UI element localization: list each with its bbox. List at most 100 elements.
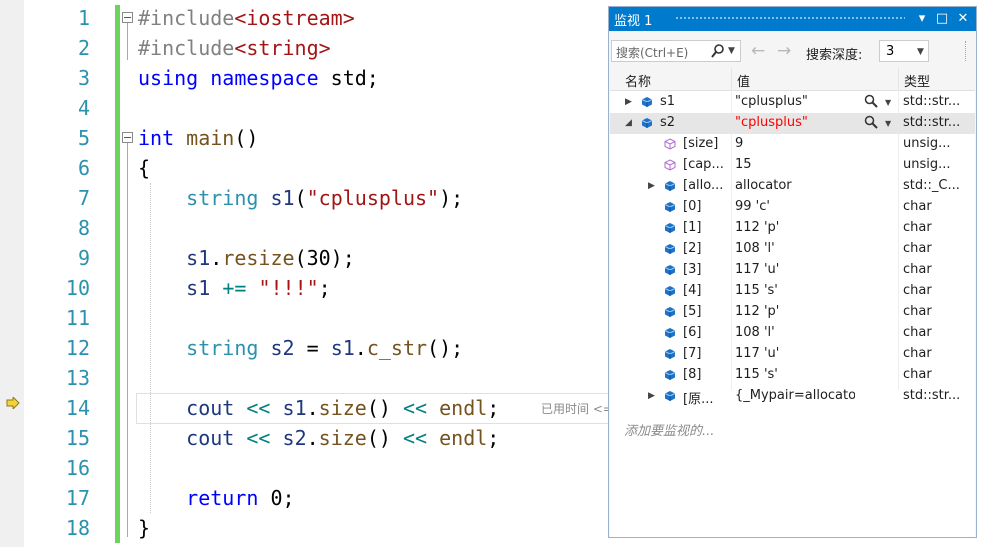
watch-value[interactable]: 108 'l': [735, 325, 855, 340]
watch-row[interactable]: [8] 115 's' char: [610, 365, 975, 386]
chevron-down-icon[interactable]: ▼: [728, 46, 735, 56]
code-line[interactable]: string s1("cplusplus");: [138, 183, 463, 213]
watch-name[interactable]: [8]: [683, 367, 728, 382]
code-line[interactable]: using namespace std;: [138, 63, 379, 93]
watch-name[interactable]: [6]: [683, 325, 728, 340]
watch-grid[interactable]: 名称 值 类型 ▶ s1 "cplusplus" ▼ std::str... ◢ s2 "cp…: [610, 68, 975, 537]
close-button[interactable]: ✕: [955, 10, 971, 28]
collapse-main-icon[interactable]: [122, 132, 133, 143]
watch-window[interactable]: 监视 1 ▾ □ ✕ 搜索(Ctrl+E) ▼ ← → 搜索深度: 3 ▼ 名称…: [608, 6, 977, 538]
glyph-margin[interactable]: [0, 0, 24, 547]
search-previous-arrow-icon[interactable]: ←: [751, 41, 765, 61]
search-depth-select[interactable]: 3 ▼: [879, 40, 929, 62]
watch-row[interactable]: [7] 117 'u' char: [610, 344, 975, 365]
watch-value[interactable]: {_Mypair=allocator }: [735, 388, 855, 403]
watch-name[interactable]: [5]: [683, 304, 728, 319]
column-separator[interactable]: [898, 68, 899, 90]
watch-name[interactable]: [size]: [683, 136, 728, 151]
window-menu-button[interactable]: ▾: [914, 10, 930, 28]
watch-row[interactable]: [0] 99 'c' char: [610, 197, 975, 218]
watch-row[interactable]: [5] 112 'p' char: [610, 302, 975, 323]
watch-row[interactable]: [2] 108 'l' char: [610, 239, 975, 260]
code-line[interactable]: return 0;: [138, 483, 294, 513]
collapse-includes-icon[interactable]: [122, 12, 133, 23]
watch-row[interactable]: [1] 112 'p' char: [610, 218, 975, 239]
watch-type[interactable]: char: [903, 241, 965, 256]
watch-name[interactable]: [2]: [683, 241, 728, 256]
add-watch-placeholder[interactable]: 添加要监视的...: [624, 420, 714, 439]
visualizer-magnifier-icon[interactable]: [864, 94, 878, 108]
watch-row[interactable]: ◢ s2 "cplusplus" ▼ std::str...: [610, 113, 975, 134]
watch-value[interactable]: 15: [735, 157, 855, 172]
watch-row[interactable]: ▶ [原... {_Mypair=allocator } std::str...: [610, 386, 975, 407]
chevron-down-icon[interactable]: ▼: [917, 47, 924, 57]
expander-icon[interactable]: ▶: [648, 391, 655, 401]
watch-value[interactable]: 115 's': [735, 367, 855, 382]
column-separator[interactable]: [731, 68, 732, 90]
code-line[interactable]: #include<string>: [138, 33, 331, 63]
expander-icon[interactable]: ▶: [625, 97, 632, 107]
visualizer-dropdown-icon[interactable]: ▼: [885, 98, 891, 107]
watch-name[interactable]: [3]: [683, 262, 728, 277]
maximize-button[interactable]: □: [934, 10, 950, 28]
watch-row[interactable]: ▶ [allo... allocator std::_C...: [610, 176, 975, 197]
watch-type[interactable]: std::str...: [903, 115, 965, 130]
expander-icon[interactable]: ▶: [648, 181, 655, 191]
watch-type[interactable]: char: [903, 325, 965, 340]
watch-name[interactable]: s1: [660, 94, 728, 109]
watch-value[interactable]: "cplusplus": [735, 94, 855, 109]
watch-value[interactable]: 108 'l': [735, 241, 855, 256]
code-line[interactable]: string s2 = s1.c_str();: [138, 333, 463, 363]
watch-name[interactable]: s2: [660, 115, 728, 130]
watch-row[interactable]: [size] 9 unsig...: [610, 134, 975, 155]
watch-value[interactable]: 99 'c': [735, 199, 855, 214]
code-line[interactable]: int main(): [138, 123, 258, 153]
code-line[interactable]: #include<iostream>: [138, 3, 355, 33]
column-header-value[interactable]: 值: [737, 71, 750, 90]
watch-row[interactable]: [6] 108 'l' char: [610, 323, 975, 344]
watch-value[interactable]: 112 'p': [735, 304, 855, 319]
watch-value[interactable]: 117 'u': [735, 262, 855, 277]
watch-value[interactable]: "cplusplus": [735, 115, 855, 130]
watch-titlebar[interactable]: 监视 1 ▾ □ ✕: [609, 7, 976, 31]
watch-name[interactable]: [7]: [683, 346, 728, 361]
watch-type[interactable]: std::str...: [903, 94, 965, 109]
watch-name[interactable]: [1]: [683, 220, 728, 235]
watch-type[interactable]: unsig...: [903, 136, 965, 151]
code-line[interactable]: s1.resize(30);: [138, 243, 355, 273]
watch-row[interactable]: [3] 117 'u' char: [610, 260, 975, 281]
watch-type[interactable]: char: [903, 220, 965, 235]
watch-name[interactable]: [0]: [683, 199, 728, 214]
watch-type[interactable]: char: [903, 304, 965, 319]
watch-type[interactable]: char: [903, 346, 965, 361]
watch-type[interactable]: std::_C...: [903, 178, 965, 193]
watch-value[interactable]: 117 'u': [735, 346, 855, 361]
title-grip[interactable]: [675, 16, 905, 21]
expander-icon[interactable]: ◢: [625, 118, 632, 128]
watch-name[interactable]: [cap...: [683, 157, 728, 172]
watch-type[interactable]: char: [903, 199, 965, 214]
watch-name[interactable]: [原...: [683, 388, 728, 407]
watch-type[interactable]: char: [903, 283, 965, 298]
visualizer-magnifier-icon[interactable]: [864, 115, 878, 129]
code-line[interactable]: cout << s2.size() << endl;: [138, 423, 499, 453]
perf-tip[interactable]: 已用时间 <=: [541, 400, 613, 417]
code-line[interactable]: cout << s1.size() << endl;: [138, 393, 499, 423]
code-line[interactable]: }: [138, 513, 150, 543]
watch-row[interactable]: ▶ s1 "cplusplus" ▼ std::str...: [610, 92, 975, 113]
watch-type[interactable]: char: [903, 367, 965, 382]
code-line[interactable]: {: [138, 153, 150, 183]
search-icon[interactable]: [710, 43, 726, 59]
search-input[interactable]: 搜索(Ctrl+E) ▼: [611, 40, 741, 62]
code-line[interactable]: s1 += "!!!";: [138, 273, 331, 303]
search-next-arrow-icon[interactable]: →: [777, 41, 791, 61]
watch-type[interactable]: std::str...: [903, 388, 965, 403]
column-header-name[interactable]: 名称: [625, 71, 651, 90]
watch-name[interactable]: [4]: [683, 283, 728, 298]
watch-name[interactable]: [allo...: [683, 178, 728, 193]
watch-value[interactable]: 112 'p': [735, 220, 855, 235]
visualizer-dropdown-icon[interactable]: ▼: [885, 119, 891, 128]
watch-value[interactable]: 115 's': [735, 283, 855, 298]
column-header-type[interactable]: 类型: [904, 71, 930, 90]
watch-value[interactable]: 9: [735, 136, 855, 151]
